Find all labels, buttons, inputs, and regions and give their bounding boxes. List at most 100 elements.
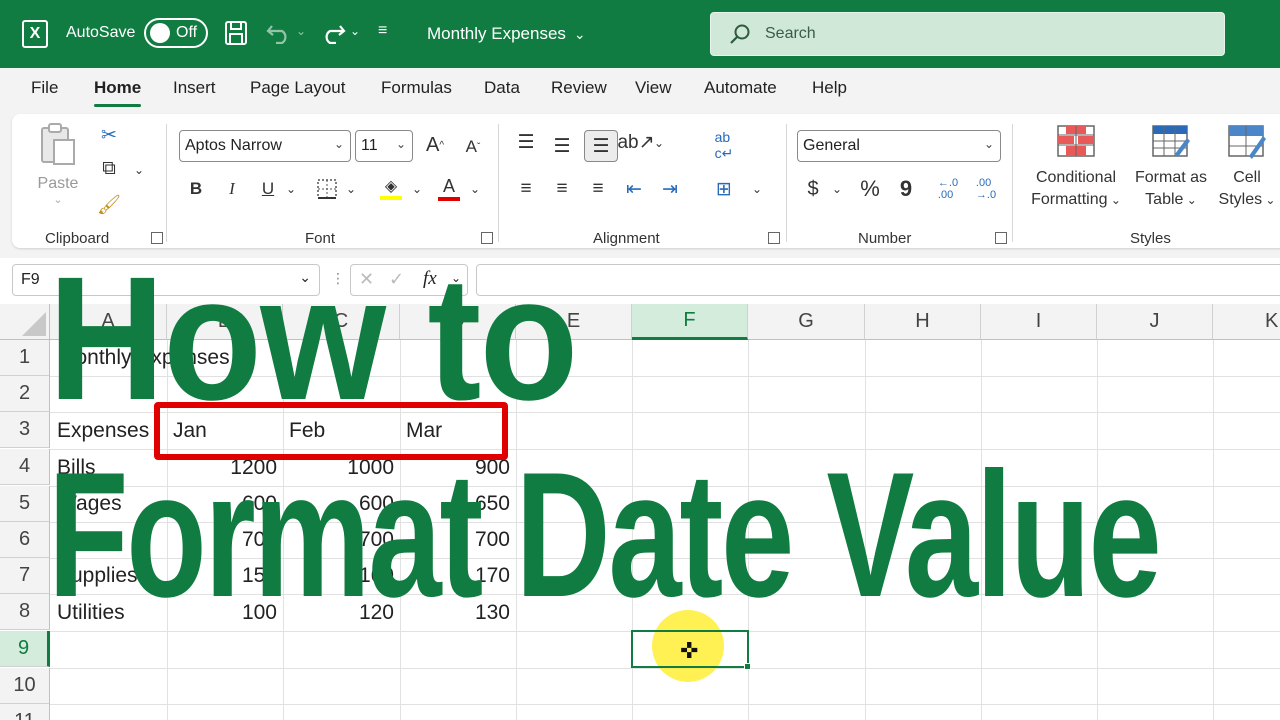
font-size-select[interactable]: 11 ⌄ (355, 130, 413, 162)
autosave-toggle[interactable]: Off (144, 18, 208, 48)
conditional-formatting-label-2: Formatting (1031, 191, 1108, 208)
redo-dropdown-icon[interactable]: ⌄ (350, 24, 360, 38)
name-box-value: F9 (21, 271, 40, 288)
search-box[interactable]: Search (710, 12, 1225, 56)
column-header-selected[interactable]: F (632, 304, 748, 340)
column-header[interactable]: G (748, 304, 865, 340)
italic-button[interactable]: I (220, 176, 244, 202)
column-header[interactable]: K (1213, 304, 1280, 340)
number-launcher-icon[interactable] (995, 232, 1007, 244)
decrease-font-size-icon[interactable]: Aˇ (460, 132, 486, 162)
align-left-icon[interactable]: ≡ (512, 176, 540, 202)
number-format-select[interactable]: General ⌄ (797, 130, 1001, 162)
column-header[interactable]: I (981, 304, 1097, 340)
row-header[interactable]: 2 (0, 376, 50, 412)
row-header[interactable]: 8 (0, 594, 50, 630)
fill-color-dropdown-icon[interactable]: ⌄ (410, 178, 424, 200)
document-title[interactable]: Monthly Expenses ⌄ (427, 24, 586, 44)
tab-page-layout[interactable]: Page Layout (250, 78, 345, 98)
comma-style-button[interactable]: 9 (896, 176, 916, 202)
copy-icon[interactable]: ⧉ (96, 156, 122, 182)
cell-styles-label-2: Styles (1218, 191, 1263, 208)
undo-icon[interactable] (266, 22, 292, 44)
cell-cursor-icon: ✜ (680, 638, 699, 663)
fill-color-icon[interactable]: ◈ (378, 172, 404, 204)
align-bottom-icon[interactable]: ☰ (584, 130, 618, 162)
select-all-corner[interactable] (0, 304, 50, 340)
orientation-icon[interactable]: ab↗ (617, 128, 654, 156)
tab-help[interactable]: Help (812, 78, 847, 98)
toggle-knob (150, 23, 170, 43)
row-header[interactable]: 6 (0, 522, 50, 558)
tab-automate[interactable]: Automate (704, 78, 777, 98)
save-icon[interactable] (224, 20, 248, 46)
undo-dropdown-icon[interactable]: ⌄ (296, 24, 306, 38)
gridline (1213, 340, 1214, 720)
align-middle-icon[interactable]: ☰ (548, 132, 576, 160)
align-top-icon[interactable]: ☰ (512, 128, 540, 156)
font-size-value: 11 (361, 137, 378, 154)
row-header[interactable]: 1 (0, 340, 50, 376)
currency-button[interactable]: $ (802, 176, 824, 202)
ribbon-panel: Paste ⌄ ✂ ⧉ ⌄ 🖌 Clipboard Aptos Narrow ⌄… (12, 114, 1280, 248)
paste-button[interactable]: Paste ⌄ (36, 122, 80, 206)
row-header[interactable]: 4 (0, 449, 50, 485)
cell-styles-button[interactable]: Cell Styles ⌄ (1216, 124, 1278, 211)
decrease-indent-icon[interactable]: ⇤ (620, 176, 648, 202)
conditional-formatting-button[interactable]: Conditional Formatting ⌄ (1022, 124, 1130, 211)
search-icon (730, 24, 750, 44)
align-center-icon[interactable]: ≡ (548, 176, 576, 202)
wrap-text-icon[interactable]: ab c↵ (710, 128, 738, 162)
redo-icon[interactable] (320, 22, 346, 44)
underline-button[interactable]: U (256, 176, 280, 202)
separator (166, 124, 167, 242)
conditional-formatting-label-1: Conditional (1035, 169, 1117, 186)
tab-review[interactable]: Review (551, 78, 607, 98)
row-header[interactable]: 3 (0, 412, 50, 448)
chevron-down-icon: ⌄ (573, 25, 586, 42)
bold-button[interactable]: B (184, 176, 208, 202)
tab-file[interactable]: File (31, 78, 58, 98)
tab-insert[interactable]: Insert (173, 78, 216, 98)
orientation-dropdown-icon[interactable]: ⌄ (652, 132, 666, 154)
format-as-table-button[interactable]: Format as Table ⌄ (1132, 124, 1210, 211)
percent-button[interactable]: % (857, 176, 883, 202)
format-painter-icon[interactable]: 🖌 (96, 192, 122, 218)
fill-handle[interactable] (744, 663, 751, 670)
row-header[interactable]: 7 (0, 558, 50, 594)
chevron-down-icon: ⌄ (1107, 193, 1121, 207)
copy-dropdown-icon[interactable]: ⌄ (132, 160, 146, 180)
font-family-select[interactable]: Aptos Narrow ⌄ (179, 130, 351, 162)
decrease-decimal-button[interactable]: .00 →.0 (970, 174, 1002, 204)
borders-dropdown-icon[interactable]: ⌄ (344, 178, 358, 200)
cut-icon[interactable]: ✂ (96, 122, 122, 148)
row-header-selected[interactable]: 9 (0, 631, 50, 667)
borders-icon[interactable] (314, 176, 340, 202)
font-color-dropdown-icon[interactable]: ⌄ (468, 178, 482, 200)
column-header[interactable]: H (865, 304, 981, 340)
row-header[interactable]: 10 (0, 668, 50, 704)
currency-dropdown-icon[interactable]: ⌄ (830, 178, 844, 200)
merge-center-icon[interactable]: ⊞ (710, 176, 738, 202)
alignment-launcher-icon[interactable] (768, 232, 780, 244)
column-header[interactable]: J (1097, 304, 1213, 340)
conditional-formatting-icon (1057, 125, 1095, 157)
underline-dropdown-icon[interactable]: ⌄ (284, 178, 298, 200)
align-right-icon[interactable]: ≡ (584, 176, 612, 202)
tab-home[interactable]: Home (94, 78, 142, 107)
group-label-alignment: Alignment (593, 230, 660, 247)
tab-data[interactable]: Data (484, 78, 520, 98)
increase-indent-icon[interactable]: ⇥ (656, 176, 684, 202)
customize-toolbar-icon[interactable]: ≡ (378, 22, 387, 40)
increase-decimal-button[interactable]: ←.0 .00 (932, 174, 964, 204)
row-header[interactable]: 5 (0, 486, 50, 522)
chevron-down-icon: ⌄ (395, 137, 406, 151)
cell-styles-icon (1228, 125, 1266, 159)
font-color-icon[interactable]: A (436, 172, 462, 204)
row-header[interactable]: 11 (0, 704, 50, 720)
merge-dropdown-icon[interactable]: ⌄ (750, 178, 764, 200)
formula-input[interactable] (476, 264, 1280, 296)
tab-formulas[interactable]: Formulas (381, 78, 452, 98)
tab-view[interactable]: View (635, 78, 672, 98)
increase-font-size-icon[interactable]: A ^ (422, 130, 448, 160)
